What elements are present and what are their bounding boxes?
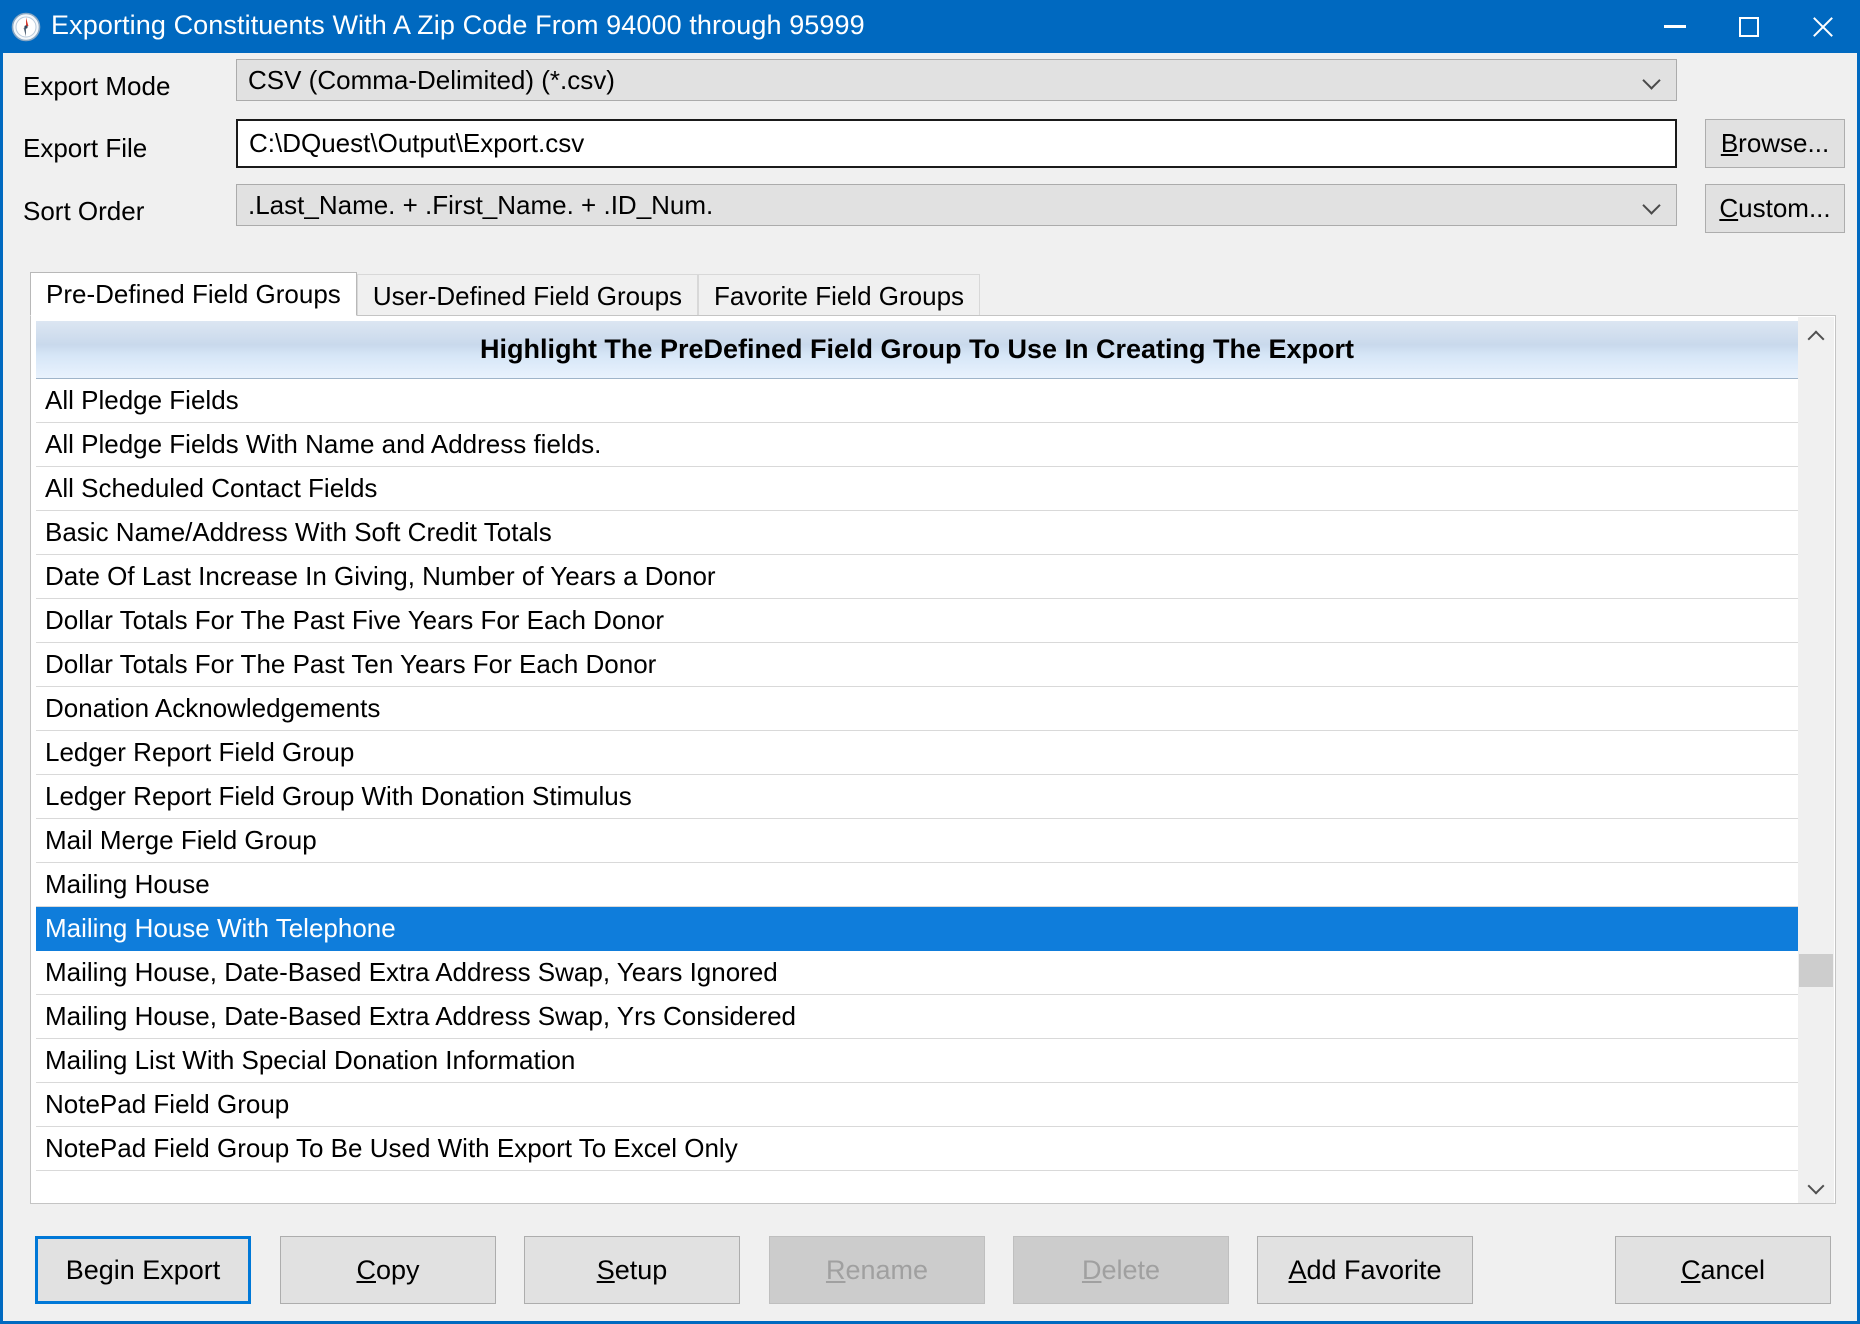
list-header: Highlight The PreDefined Field Group To … (36, 321, 1798, 379)
chevron-down-icon (1644, 73, 1659, 88)
field-group-tabs: Pre-Defined Field Groups User-Defined Fie… (30, 272, 1836, 316)
list-item-label: NotePad Field Group (45, 1089, 290, 1119)
export-settings-form: Export Mode CSV (Comma-Delimited) (*.csv… (3, 53, 1857, 258)
maximize-button[interactable] (1712, 0, 1786, 53)
window-title: Exporting Constituents With A Zip Code F… (51, 11, 865, 40)
close-icon (1810, 14, 1836, 40)
list-item[interactable]: Mail Merge Field Group (36, 819, 1798, 863)
close-button[interactable] (1786, 0, 1857, 53)
list-item-label: All Scheduled Contact Fields (45, 473, 378, 503)
list-item-label: All Pledge Fields (45, 385, 239, 415)
custom-accelerator: C (1719, 193, 1739, 223)
export-dialog-window: Exporting Constituents With A Zip Code F… (0, 0, 1860, 1324)
list-item-label: Dollar Totals For The Past Ten Years For… (45, 649, 657, 679)
export-file-input[interactable]: C:\DQuest\Output\Export.csv (236, 119, 1677, 168)
export-file-value: C:\DQuest\Output\Export.csv (249, 128, 585, 158)
list-item[interactable]: NotePad Field Group To Be Used With Expo… (36, 1127, 1798, 1171)
list-item[interactable]: Mailing House, Date-Based Extra Address … (36, 951, 1798, 995)
list-item-label: Donation Acknowledgements (45, 693, 381, 723)
maximize-icon (1739, 16, 1759, 37)
list-item-label: All Pledge Fields With Name and Address … (45, 429, 602, 459)
list-item[interactable]: Mailing House With Telephone (36, 907, 1798, 951)
list-rows-container: All Pledge Fields All Pledge Fields With … (36, 379, 1798, 1171)
export-mode-label: Export Mode (23, 71, 171, 101)
export-file-label: Export File (23, 133, 148, 163)
list-item[interactable]: All Pledge Fields With Name and Address … (36, 423, 1798, 467)
tab-label: Favorite Field Groups (714, 280, 965, 311)
delete-button: Delete (1013, 1236, 1229, 1304)
list-item-label: Ledger Report Field Group (45, 737, 355, 767)
list-item-label: Dollar Totals For The Past Five Years Fo… (45, 605, 664, 635)
title-bar: Exporting Constituents With A Zip Code F… (3, 0, 1857, 53)
window-controls (1638, 0, 1857, 53)
list-item-label: Mailing House, Date-Based Extra Address … (45, 957, 778, 987)
list-item-label: Mailing List With Special Donation Infor… (45, 1045, 576, 1075)
sort-order-label: Sort Order (23, 196, 145, 226)
cancel-accelerator: C (1680, 1254, 1701, 1285)
chevron-down-icon (1809, 1179, 1823, 1193)
rename-button: Rename (769, 1236, 985, 1304)
list-item[interactable]: All Pledge Fields (36, 379, 1798, 423)
scroll-up-button[interactable] (1798, 317, 1834, 353)
list-item-label: Mailing House (45, 869, 210, 899)
list-item-label: Basic Name/Address With Soft Credit Tota… (45, 517, 552, 547)
copy-button[interactable]: Copy (280, 1236, 496, 1304)
setup-button[interactable]: Setup (524, 1236, 740, 1304)
sort-order-select[interactable]: .Last_Name. + .First_Name. + .ID_Num. (236, 184, 1677, 226)
list-item[interactable]: Dollar Totals For The Past Five Years Fo… (36, 599, 1798, 643)
scrollbar-thumb[interactable] (1799, 954, 1833, 987)
minimize-icon (1664, 25, 1686, 28)
list-item[interactable]: Ledger Report Field Group (36, 731, 1798, 775)
cancel-button[interactable]: Cancel (1615, 1236, 1831, 1304)
list-item-label: Ledger Report Field Group With Donation … (45, 781, 632, 811)
copy-accelerator: C (356, 1254, 376, 1285)
list-item[interactable]: Dollar Totals For The Past Ten Years For… (36, 643, 1798, 687)
rename-accelerator: R (825, 1254, 846, 1285)
delete-accelerator: D (1081, 1254, 1102, 1285)
scroll-down-button[interactable] (1798, 1168, 1834, 1203)
list-vertical-scrollbar[interactable] (1798, 317, 1834, 1203)
list-item-label: Mailing House, Date-Based Extra Address … (45, 1001, 797, 1031)
export-mode-value: CSV (Comma-Delimited) (*.csv) (248, 64, 615, 95)
list-item[interactable]: All Scheduled Contact Fields (36, 467, 1798, 511)
list-item[interactable]: Ledger Report Field Group With Donation … (36, 775, 1798, 819)
tab-label: User-Defined Field Groups (372, 280, 683, 311)
minimize-button[interactable] (1638, 0, 1712, 53)
chevron-up-icon (1809, 328, 1823, 342)
dialog-button-bar: Begin Export Copy Setup Rename Delete Ad… (3, 1225, 1857, 1321)
tab-1[interactable]: User-Defined Field Groups (356, 274, 699, 316)
field-group-list: Highlight The PreDefined Field Group To … (36, 321, 1798, 1199)
compass-icon (11, 12, 41, 42)
export-mode-select[interactable]: CSV (Comma-Delimited) (*.csv) (236, 59, 1677, 101)
sort-order-value: .Last_Name. + .First_Name. + .ID_Num. (248, 189, 714, 220)
list-item-label: Mail Merge Field Group (45, 825, 317, 855)
list-item[interactable]: Mailing List With Special Donation Infor… (36, 1039, 1798, 1083)
browse-accelerator: B (1720, 128, 1739, 158)
list-item-label: Mailing House With Telephone (45, 913, 396, 943)
list-item[interactable]: Mailing House (36, 863, 1798, 907)
list-item[interactable]: Mailing House, Date-Based Extra Address … (36, 995, 1798, 1039)
browse-button[interactable]: Browse... (1705, 119, 1845, 168)
tab-0[interactable]: Pre-Defined Field Groups (30, 272, 357, 316)
list-item[interactable]: Donation Acknowledgements (36, 687, 1798, 731)
setup-accelerator: S (596, 1254, 615, 1285)
list-item[interactable]: NotePad Field Group (36, 1083, 1798, 1127)
begin-export-button[interactable]: Begin Export (35, 1236, 251, 1304)
list-item[interactable]: Date Of Last Increase In Giving, Number … (36, 555, 1798, 599)
add-favorite-button[interactable]: Add Favorite (1257, 1236, 1473, 1304)
chevron-down-icon (1644, 198, 1659, 213)
list-item-label: Date Of Last Increase In Giving, Number … (45, 561, 716, 591)
list-item[interactable]: Basic Name/Address With Soft Credit Tota… (36, 511, 1798, 555)
tab-2[interactable]: Favorite Field Groups (698, 274, 981, 316)
list-item-label: NotePad Field Group To Be Used With Expo… (45, 1133, 738, 1163)
add-favorite-accelerator: A (1288, 1254, 1307, 1285)
tab-label: Pre-Defined Field Groups (46, 279, 341, 309)
custom-button[interactable]: Custom... (1705, 184, 1845, 233)
field-group-list-panel: Highlight The PreDefined Field Group To … (30, 315, 1836, 1204)
